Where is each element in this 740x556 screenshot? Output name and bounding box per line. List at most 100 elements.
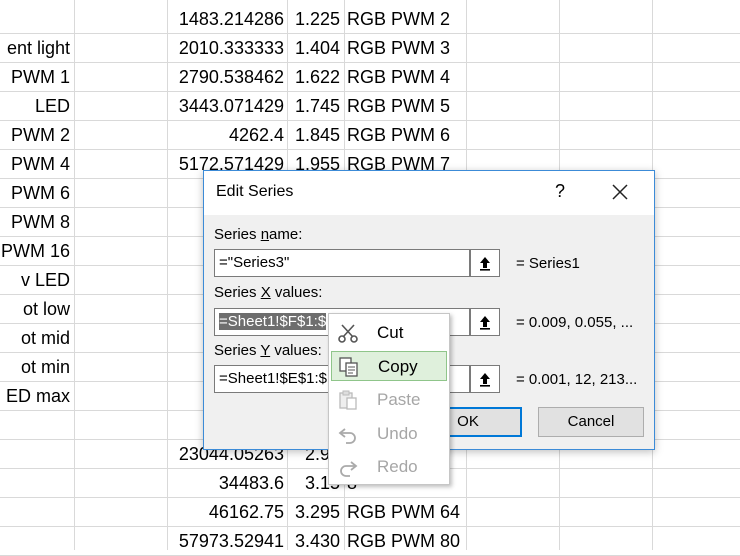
menu-item-label: Redo bbox=[377, 457, 418, 476]
cell-col-a[interactable]: LED bbox=[0, 92, 74, 120]
table-row: 46162.75 3.295 RGB PWM 64 bbox=[0, 498, 740, 527]
cell-text: PWM 4 bbox=[10, 154, 70, 174]
cell-text: RGB PWM 3 bbox=[347, 38, 451, 58]
menu-item-undo[interactable]: Undo bbox=[331, 419, 447, 449]
menu-item-copy[interactable]: Copy bbox=[331, 351, 447, 381]
cell-col-a[interactable] bbox=[0, 440, 74, 468]
cell-text: v LED bbox=[20, 270, 70, 290]
collapse-dialog-icon bbox=[480, 316, 490, 330]
cell-col-a[interactable] bbox=[0, 498, 74, 526]
selected-text: =Sheet1!$F$1:$ bbox=[219, 313, 327, 330]
series-name-preview: = Series1 bbox=[516, 255, 580, 272]
cell-col-e[interactable]: RGB PWM 6 bbox=[347, 121, 465, 149]
cell-col-a[interactable] bbox=[0, 469, 74, 497]
cell-text: PWM 2 bbox=[10, 125, 70, 145]
cancel-button[interactable]: Cancel bbox=[538, 407, 644, 437]
cell-text: 1.745 bbox=[294, 96, 340, 116]
cell-col-c[interactable]: 46162.75 bbox=[168, 498, 287, 526]
cell-col-a[interactable]: PWM 6 bbox=[0, 179, 74, 207]
cell-text: 3.295 bbox=[294, 502, 340, 522]
cell-col-a[interactable]: ent light bbox=[0, 34, 74, 62]
table-row: 1483.214286 1.225 RGB PWM 2 bbox=[0, 5, 740, 34]
cell-col-a[interactable]: ot low bbox=[0, 295, 74, 323]
cell-text: 1.622 bbox=[294, 67, 340, 87]
scissors-icon bbox=[337, 322, 359, 344]
cell-text: PWM 16 bbox=[0, 241, 70, 261]
cell-col-c[interactable]: 2790.538462 bbox=[168, 63, 287, 91]
cell-text: 1.845 bbox=[294, 125, 340, 145]
cell-col-c[interactable]: 34483.6 bbox=[168, 469, 287, 497]
cell-col-a[interactable]: ot mid bbox=[0, 324, 74, 352]
menu-item-redo[interactable]: Redo bbox=[331, 452, 447, 482]
cell-col-d[interactable]: 1.404 bbox=[288, 34, 343, 62]
cell-col-e[interactable]: RGB PWM 80 bbox=[347, 527, 465, 555]
cell-col-c[interactable]: 3443.071429 bbox=[168, 92, 287, 120]
series-name-input[interactable]: ="Series3" bbox=[214, 249, 470, 277]
series-x-values-label: Series X values: bbox=[214, 284, 323, 301]
cell-col-c[interactable]: 57973.52941 bbox=[168, 527, 287, 555]
cell-col-a[interactable] bbox=[0, 527, 74, 555]
series-name-collapse-button[interactable] bbox=[470, 249, 500, 277]
cell-col-d[interactable]: 1.745 bbox=[288, 92, 343, 120]
cell-text: 1.225 bbox=[294, 9, 340, 29]
menu-item-cut[interactable]: Cut bbox=[331, 318, 447, 348]
series-y-collapse-button[interactable] bbox=[470, 365, 500, 393]
cell-col-d[interactable]: 1.622 bbox=[288, 63, 343, 91]
series-x-preview: = 0.009, 0.055, ... bbox=[516, 314, 634, 331]
cell-text: ED max bbox=[5, 386, 70, 406]
cell-col-d[interactable]: 1.225 bbox=[288, 5, 343, 33]
cell-text: RGB PWM 5 bbox=[347, 96, 451, 116]
cell-text: ot min bbox=[20, 357, 70, 377]
cell-col-a[interactable]: ED max bbox=[0, 382, 74, 410]
cell-col-e[interactable]: RGB PWM 4 bbox=[347, 63, 465, 91]
cell-col-e[interactable]: RGB PWM 2 bbox=[347, 5, 465, 33]
cell-col-a[interactable]: ot min bbox=[0, 353, 74, 381]
series-y-preview: = 0.001, 12, 213... bbox=[516, 371, 638, 388]
table-row: LED 3443.071429 1.745 RGB PWM 5 bbox=[0, 92, 740, 121]
close-button[interactable] bbox=[608, 180, 632, 204]
cell-text: 57973.52941 bbox=[178, 531, 284, 551]
cell-col-a[interactable]: v LED bbox=[0, 266, 74, 294]
menu-item-label: Undo bbox=[377, 424, 418, 443]
cell-text: PWM 1 bbox=[10, 67, 70, 87]
cell-col-c[interactable]: 4262.4 bbox=[168, 121, 287, 149]
menu-item-paste[interactable]: Paste bbox=[331, 385, 447, 415]
series-x-collapse-button[interactable] bbox=[470, 308, 500, 336]
cell-text: RGB PWM 80 bbox=[347, 531, 461, 551]
cell-text: 46162.75 bbox=[208, 502, 284, 522]
cell-text: 3.430 bbox=[294, 531, 340, 551]
series-y-values-label: Series Y values: bbox=[214, 342, 322, 359]
cell-col-a[interactable] bbox=[0, 5, 74, 33]
cell-text: RGB PWM 6 bbox=[347, 125, 451, 145]
cell-text: 2010.333333 bbox=[178, 38, 284, 58]
collapse-dialog-icon bbox=[480, 373, 490, 387]
cell-col-e[interactable]: RGB PWM 3 bbox=[347, 34, 465, 62]
cell-col-d[interactable]: 3.430 bbox=[288, 527, 343, 555]
cell-text: ot low bbox=[22, 299, 70, 319]
table-row: PWM 2 4262.4 1.845 RGB PWM 6 bbox=[0, 121, 740, 150]
series-name-label: Series name: bbox=[214, 226, 303, 243]
cell-col-d[interactable]: 1.845 bbox=[288, 121, 343, 149]
cell-col-a[interactable]: PWM 8 bbox=[0, 208, 74, 236]
cell-text: ot mid bbox=[20, 328, 70, 348]
menu-item-label: Cut bbox=[377, 323, 404, 342]
cell-text: RGB PWM 64 bbox=[347, 502, 461, 522]
cell-text: ent light bbox=[6, 38, 70, 58]
cell-col-a[interactable]: PWM 1 bbox=[0, 63, 74, 91]
cell-col-a[interactable]: PWM 16 bbox=[0, 237, 74, 265]
close-icon bbox=[612, 184, 628, 200]
cell-text: 1.404 bbox=[294, 38, 340, 58]
dialog-title-bar[interactable]: Edit Series ? bbox=[204, 171, 654, 215]
table-row: 57973.52941 3.430 RGB PWM 80 bbox=[0, 527, 740, 556]
cell-col-c[interactable]: 2010.333333 bbox=[168, 34, 287, 62]
cell-col-e[interactable]: RGB PWM 5 bbox=[347, 92, 465, 120]
paste-icon bbox=[337, 389, 359, 411]
cell-col-e[interactable]: RGB PWM 64 bbox=[347, 498, 465, 526]
cell-col-d[interactable]: 3.295 bbox=[288, 498, 343, 526]
help-button[interactable]: ? bbox=[550, 181, 570, 202]
cell-col-a[interactable]: PWM 2 bbox=[0, 121, 74, 149]
cell-col-a[interactable] bbox=[0, 411, 74, 439]
cell-col-a[interactable]: PWM 4 bbox=[0, 150, 74, 178]
undo-icon bbox=[337, 423, 359, 445]
cell-col-c[interactable]: 1483.214286 bbox=[168, 5, 287, 33]
